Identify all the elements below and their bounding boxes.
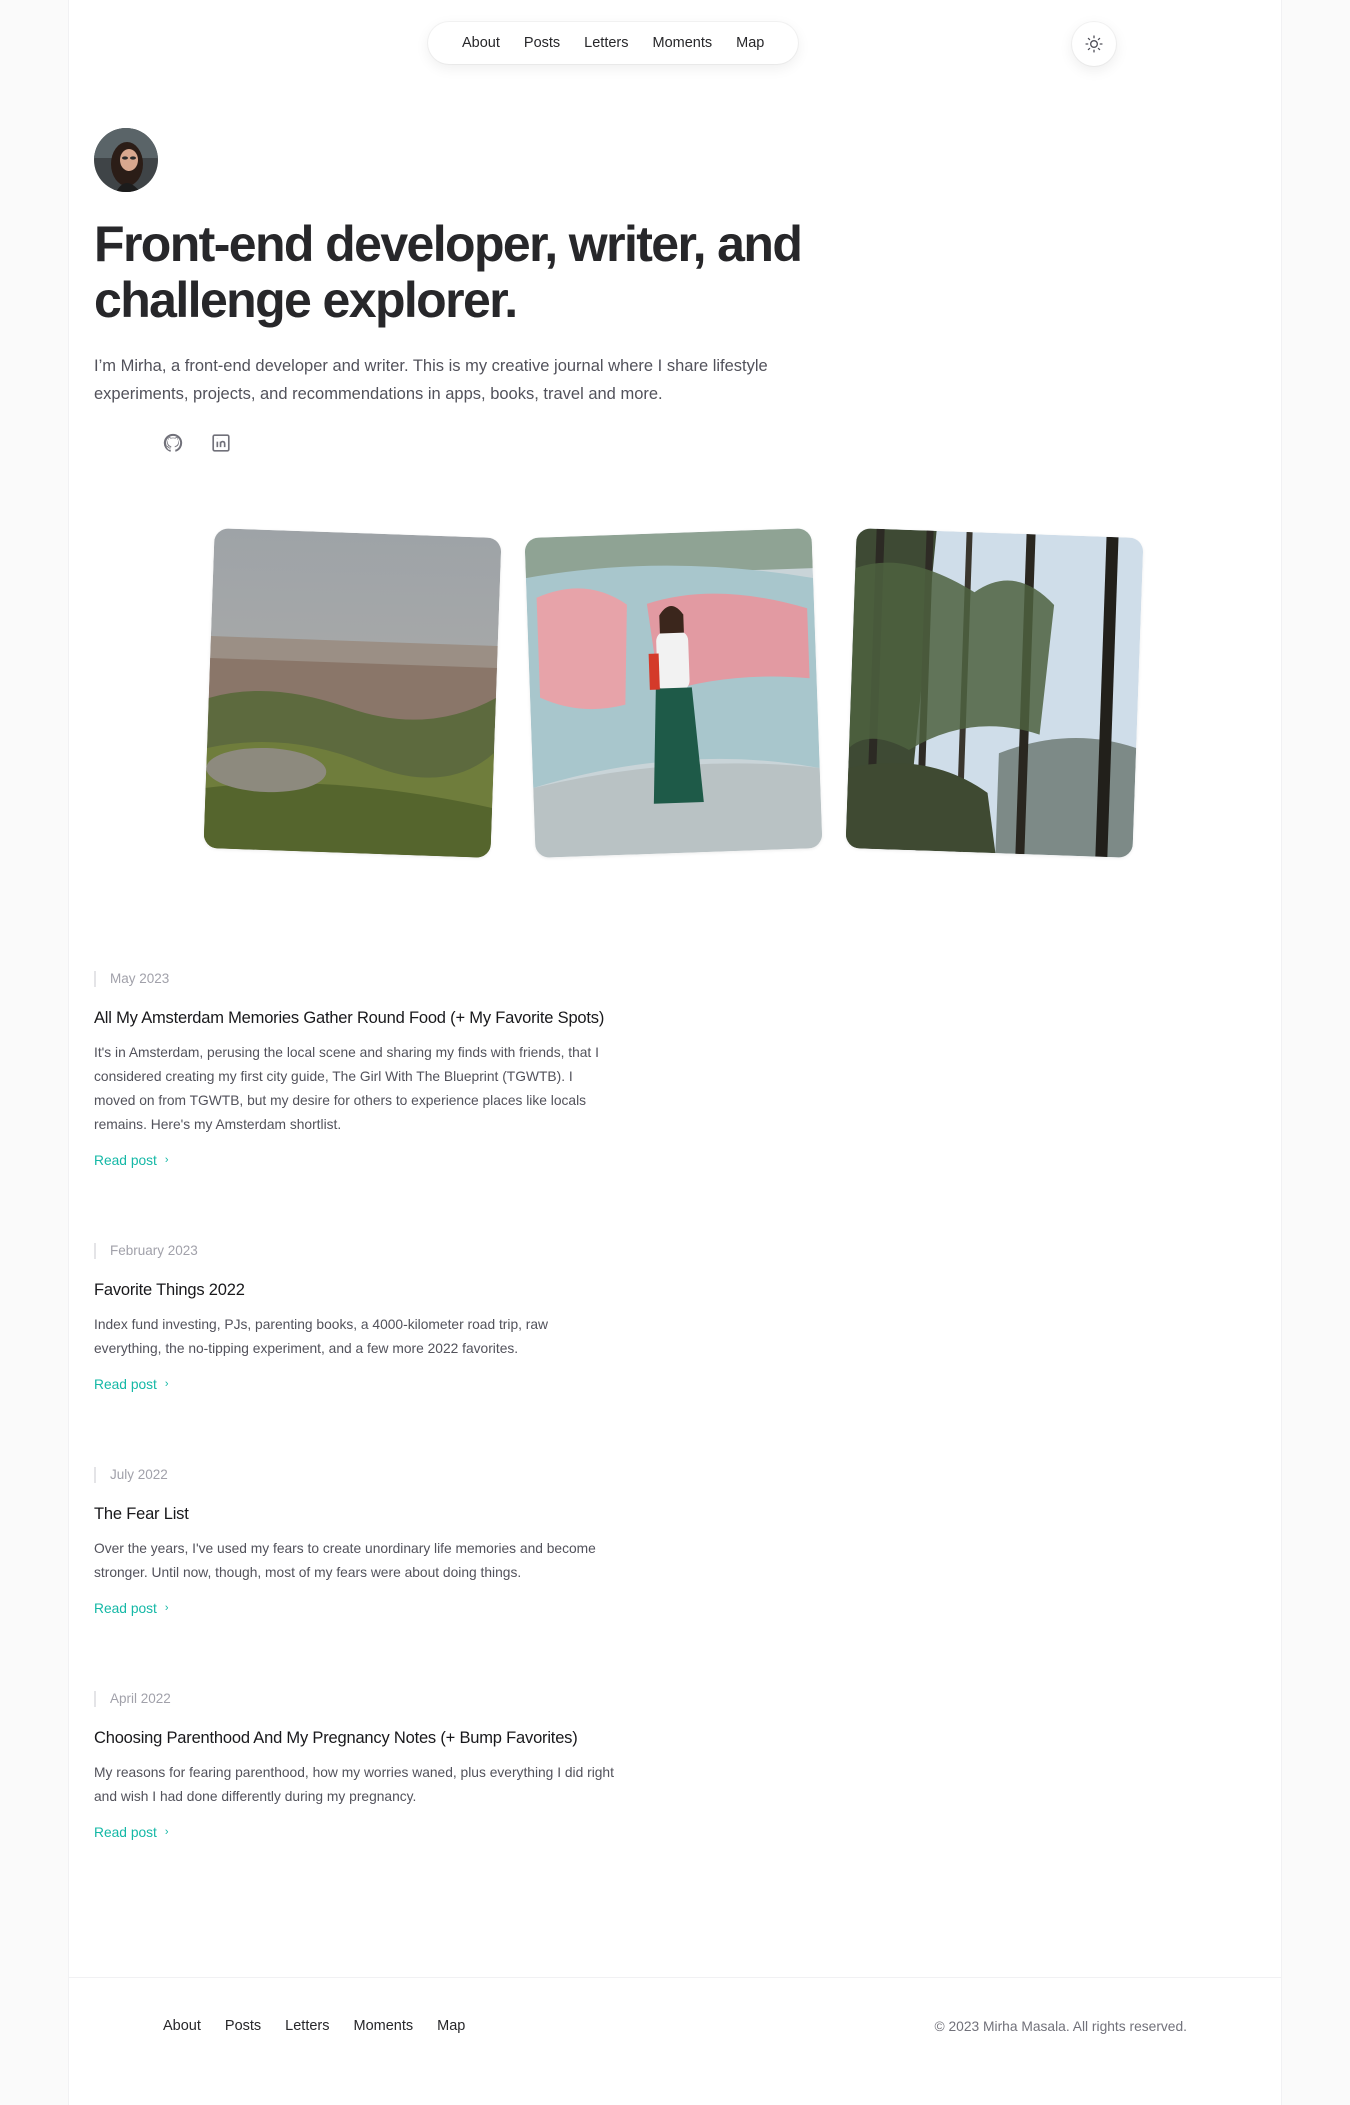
footer-nav-about[interactable]: About bbox=[163, 2018, 201, 2034]
copyright-text: © 2023 Mirha Masala. All rights reserved… bbox=[934, 2019, 1188, 2034]
page-title: Front-end developer, writer, and challen… bbox=[94, 216, 803, 328]
chevron-right-icon: › bbox=[164, 1154, 169, 1166]
theme-toggle-button[interactable] bbox=[1072, 22, 1116, 66]
footer-nav-letters[interactable]: Letters bbox=[285, 2018, 329, 2034]
github-link[interactable] bbox=[162, 432, 186, 456]
post-title[interactable]: The Fear List bbox=[94, 1503, 614, 1525]
post-description: Over the years, I've used my fears to cr… bbox=[94, 1541, 596, 1580]
post-description: Index fund investing, PJs, parenting boo… bbox=[94, 1317, 549, 1356]
footer-nav-moments[interactable]: Moments bbox=[354, 2018, 414, 2034]
post-date: April 2022 bbox=[94, 1691, 614, 1707]
graffiti-wall-photo bbox=[524, 528, 823, 858]
read-post-link[interactable]: Read post › bbox=[94, 1601, 169, 1616]
nav-moments[interactable]: Moments bbox=[641, 22, 725, 64]
footer-nav-map[interactable]: Map bbox=[437, 2018, 465, 2034]
read-post-link[interactable]: Read post › bbox=[94, 1153, 169, 1168]
linkedin-link[interactable] bbox=[210, 432, 234, 456]
nav-posts[interactable]: Posts bbox=[512, 22, 572, 64]
chevron-right-icon: › bbox=[164, 1378, 169, 1390]
post-item: February 2023 Favorite Things 2022 Index… bbox=[94, 1243, 614, 1394]
avatar bbox=[94, 128, 158, 192]
read-post-link[interactable]: Read post › bbox=[94, 1825, 169, 1840]
city-landscape-photo bbox=[203, 528, 502, 858]
footer-nav: About Posts Letters Moments Map bbox=[163, 2018, 465, 2034]
nav-letters[interactable]: Letters bbox=[572, 22, 640, 64]
chevron-right-icon: › bbox=[164, 1826, 169, 1838]
footer-nav-posts[interactable]: Posts bbox=[225, 2018, 261, 2034]
read-post-link[interactable]: Read post › bbox=[94, 1377, 169, 1392]
linkedin-icon bbox=[212, 434, 230, 452]
post-title[interactable]: Choosing Parenthood And My Pregnancy Not… bbox=[94, 1727, 614, 1749]
read-post-label: Read post bbox=[94, 1825, 157, 1840]
post-description: It's in Amsterdam, perusing the local sc… bbox=[94, 1045, 599, 1132]
github-icon bbox=[163, 433, 183, 452]
post-title[interactable]: All My Amsterdam Memories Gather Round F… bbox=[94, 1007, 614, 1029]
footer-divider bbox=[68, 1977, 1282, 1978]
post-date: February 2023 bbox=[94, 1243, 614, 1259]
read-post-label: Read post bbox=[94, 1377, 157, 1392]
post-item: May 2023 All My Amsterdam Memories Gathe… bbox=[94, 971, 614, 1170]
post-description: My reasons for fearing parenthood, how m… bbox=[94, 1765, 614, 1804]
post-date: May 2023 bbox=[94, 971, 614, 987]
forest-trees-photo bbox=[845, 528, 1144, 858]
chevron-right-icon: › bbox=[164, 1602, 169, 1614]
main-nav: About Posts Letters Moments Map bbox=[428, 22, 799, 64]
read-post-label: Read post bbox=[94, 1601, 157, 1616]
intro-text: I’m Mirha, a front-end developer and wri… bbox=[94, 357, 768, 403]
post-title[interactable]: Favorite Things 2022 bbox=[94, 1279, 614, 1301]
sun-icon bbox=[1085, 35, 1103, 53]
nav-map[interactable]: Map bbox=[724, 22, 776, 64]
post-item: July 2022 The Fear List Over the years, … bbox=[94, 1467, 614, 1618]
nav-about[interactable]: About bbox=[450, 22, 512, 64]
post-item: April 2022 Choosing Parenthood And My Pr… bbox=[94, 1691, 614, 1842]
post-date: July 2022 bbox=[94, 1467, 614, 1483]
read-post-label: Read post bbox=[94, 1153, 157, 1168]
